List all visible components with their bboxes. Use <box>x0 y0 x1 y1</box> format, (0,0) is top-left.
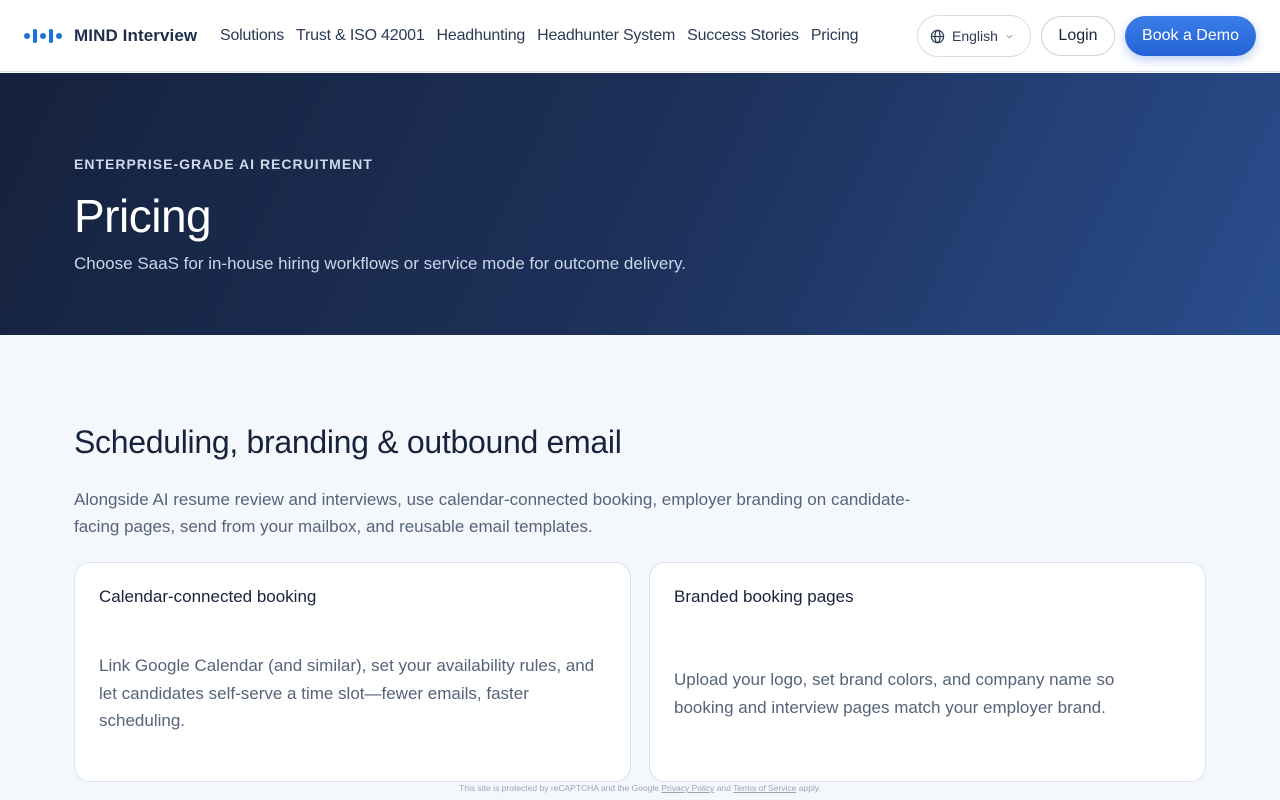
card-title: Branded booking pages <box>674 587 854 606</box>
recaptcha-and: and <box>716 783 731 793</box>
nav-trust-iso[interactable]: Trust & ISO 42001 <box>296 27 425 45</box>
chevron-down-icon <box>1006 34 1013 39</box>
main-nav: Solutions Trust & ISO 42001 Headhunting … <box>220 0 859 72</box>
privacy-policy-link[interactable]: Privacy Policy <box>661 783 714 793</box>
brand-name: MIND Interview <box>74 26 198 45</box>
hero-banner: ENTERPRISE-GRADE AI RECRUITMENT Pricing … <box>0 73 1280 335</box>
recaptcha-notice: This site is protected by reCAPTCHA and … <box>0 783 1280 793</box>
book-demo-button[interactable]: Book a Demo <box>1125 16 1256 56</box>
language-selector[interactable]: English <box>917 15 1031 57</box>
nav-success-stories[interactable]: Success Stories <box>687 27 799 45</box>
hero-subtitle: Choose SaaS for in-house hiring workflow… <box>74 254 686 273</box>
recaptcha-prefix: This site is protected by reCAPTCHA and … <box>459 783 660 793</box>
hero-eyebrow: ENTERPRISE-GRADE AI RECRUITMENT <box>74 156 373 172</box>
card-body: Upload your logo, set brand colors, and … <box>674 670 1115 717</box>
section-title: Scheduling, branding & outbound email <box>74 424 622 460</box>
card-title: Calendar-connected booking <box>99 587 317 606</box>
site-header: MIND Interview Solutions Trust & ISO 420… <box>0 0 1280 72</box>
mind-logo-icon <box>24 29 62 43</box>
feature-card-branded-pages: Branded booking pages Upload your logo, … <box>649 562 1206 782</box>
card-body: Link Google Calendar (and similar), set … <box>99 656 595 730</box>
recaptcha-suffix: apply. <box>798 783 821 793</box>
brand-logo-link[interactable]: MIND Interview <box>24 0 197 72</box>
nav-pricing[interactable]: Pricing <box>811 27 859 45</box>
login-button[interactable]: Login <box>1041 16 1115 56</box>
nav-headhunting[interactable]: Headhunting <box>437 27 526 45</box>
feature-card-calendar-booking: Calendar-connected booking Link Google C… <box>74 562 631 782</box>
globe-icon <box>930 29 945 43</box>
language-label: English <box>952 28 998 44</box>
terms-of-service-link[interactable]: Terms of Service <box>733 783 796 793</box>
nav-headhunter-system[interactable]: Headhunter System <box>537 27 675 45</box>
nav-solutions[interactable]: Solutions <box>220 27 284 45</box>
page-title: Pricing <box>74 190 212 242</box>
section-description: Alongside AI resume review and interview… <box>74 490 911 536</box>
